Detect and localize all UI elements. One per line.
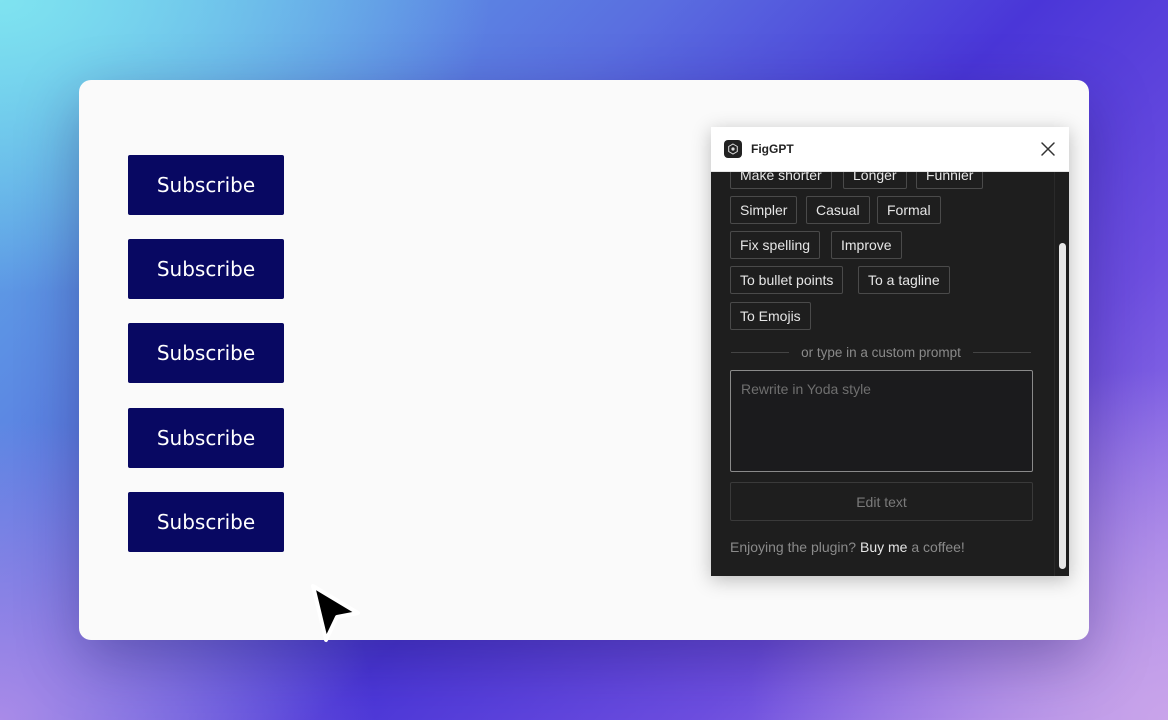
chip-longer[interactable]: Longer — [843, 171, 907, 189]
chip-funnier[interactable]: Funnier — [916, 171, 984, 189]
chip-to-emojis[interactable]: To Emojis — [730, 302, 811, 330]
figgpt-logo-icon — [724, 140, 742, 158]
divider-text: or type in a custom prompt — [801, 344, 961, 360]
divider-line — [731, 351, 790, 353]
chip-make-shorter[interactable]: Make shorter — [730, 171, 832, 189]
figgpt-plugin-window: Make shorter Longer Funnier Simpler Casu… — [711, 127, 1069, 576]
footer-suffix: a coffee! — [911, 539, 965, 555]
footer-prefix: Enjoying the plugin? — [730, 539, 857, 555]
scrollbar-thumb[interactable] — [1059, 243, 1066, 569]
footer-text: Enjoying the plugin? Buy me a coffee! — [730, 539, 965, 555]
chip-fix-spelling[interactable]: Fix spelling — [730, 231, 821, 259]
divider-line — [972, 351, 1032, 353]
chip-simpler[interactable]: Simpler — [730, 196, 798, 224]
subscribe-button[interactable]: Subscribe — [128, 408, 284, 468]
subscribe-button[interactable]: Subscribe — [128, 239, 284, 299]
plugin-body: Make shorter Longer Funnier Simpler Casu… — [711, 171, 1055, 576]
scrollbar-track[interactable] — [1054, 171, 1069, 576]
subscribe-button[interactable]: Subscribe — [128, 492, 284, 552]
custom-prompt-input[interactable] — [730, 370, 1033, 472]
chip-to-bullet-points[interactable]: To bullet points — [730, 266, 844, 294]
plugin-title: FigGPT — [751, 142, 794, 156]
subscribe-button[interactable]: Subscribe — [128, 323, 284, 383]
custom-prompt-divider: or type in a custom prompt — [731, 344, 1032, 360]
chip-formal[interactable]: Formal — [877, 196, 941, 224]
chip-casual[interactable]: Casual — [806, 196, 870, 224]
close-icon[interactable] — [1039, 140, 1057, 158]
edit-text-button[interactable]: Edit text — [730, 482, 1033, 521]
subscribe-button[interactable]: Subscribe — [128, 155, 284, 215]
mouse-cursor-icon — [311, 584, 360, 642]
chip-improve[interactable]: Improve — [831, 231, 902, 259]
chip-to-a-tagline[interactable]: To a tagline — [858, 266, 950, 294]
buy-me-link[interactable]: Buy me — [860, 539, 907, 555]
plugin-header: FigGPT — [711, 127, 1069, 172]
